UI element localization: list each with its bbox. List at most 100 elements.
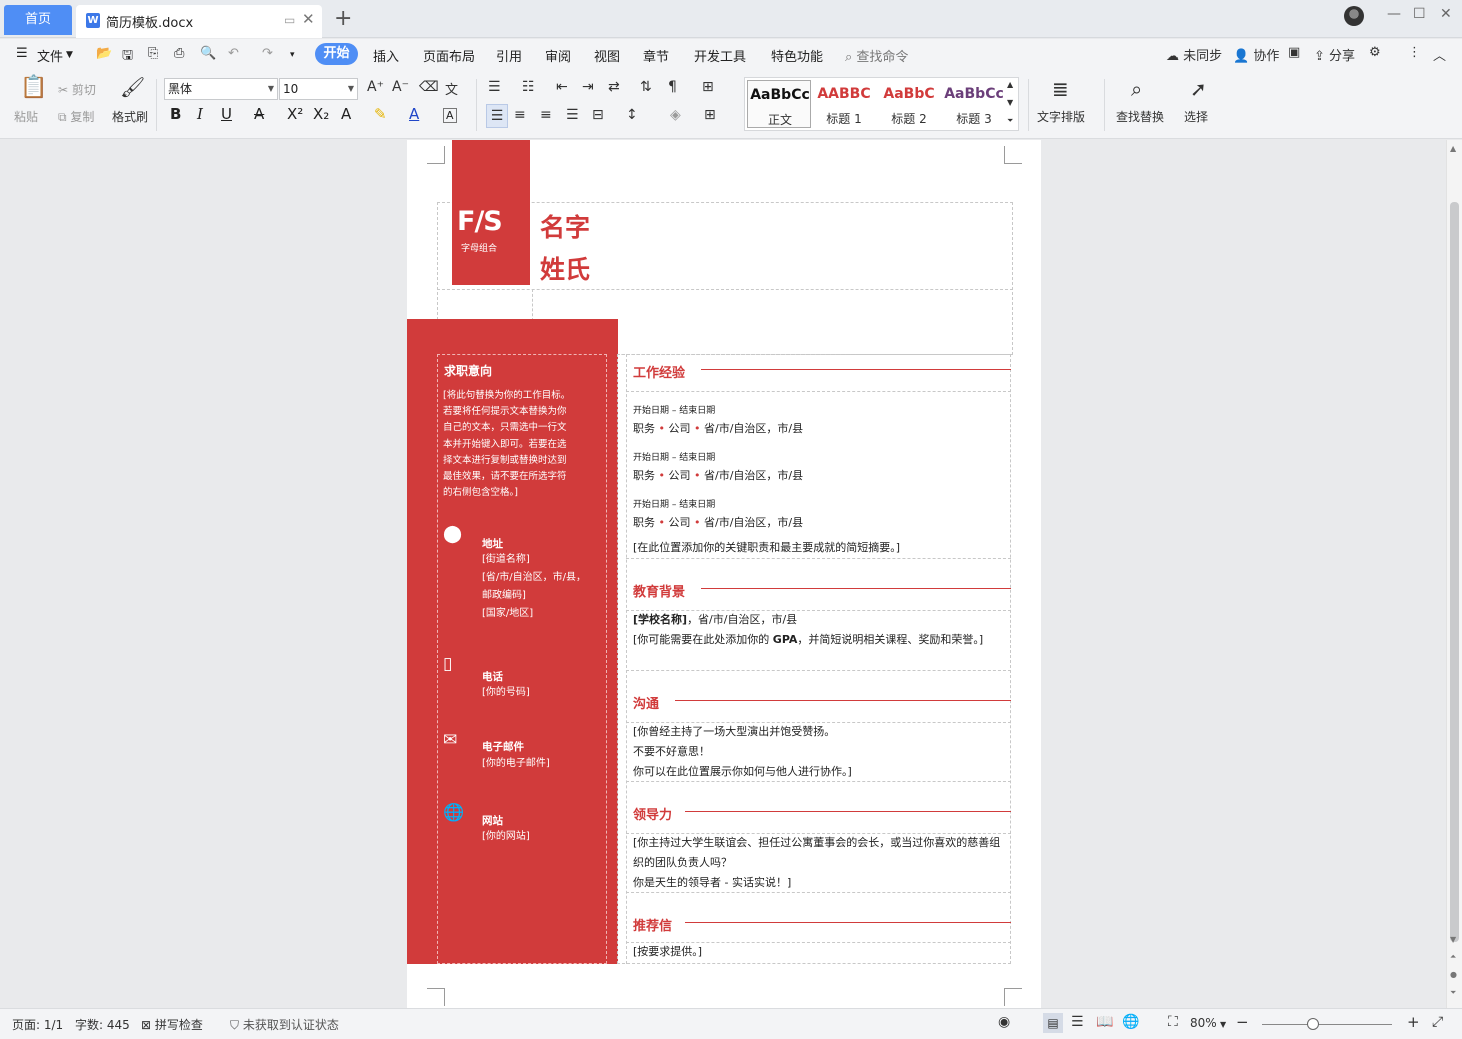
zoom-slider-track[interactable]	[1262, 1024, 1392, 1025]
tab-developer[interactable]: 开发工具	[694, 46, 746, 65]
grow-font-icon[interactable]: A⁺	[367, 79, 384, 95]
menu-file[interactable]: 文件	[37, 46, 63, 65]
align-center-icon[interactable]: ≡	[514, 107, 526, 123]
style-scroll-up-icon[interactable]: ▲	[1007, 80, 1013, 89]
paragraph-mark-icon[interactable]: ¶	[668, 79, 677, 95]
select-browse-icon[interactable]: ●	[1450, 970, 1457, 979]
hamburger-icon[interactable]: ☰	[16, 46, 28, 61]
pinyin-icon[interactable]: 文	[445, 79, 458, 98]
more-options-icon[interactable]: ⋮	[1408, 45, 1421, 60]
redo-icon[interactable]: ↷	[262, 46, 273, 61]
font-size-select[interactable]: 10 ▼	[279, 78, 358, 100]
zoom-out-icon[interactable]: −	[1236, 1013, 1249, 1031]
font-color-icon[interactable]: A	[409, 105, 419, 123]
fullscreen-icon[interactable]: ⤢	[1432, 1014, 1443, 1030]
job-line[interactable]: 职务 • 公司 • 省/市/自治区，市/县	[633, 420, 803, 436]
text-layout-button[interactable]: 文字排版	[1037, 108, 1085, 125]
command-search[interactable]: ⌕ 查找命令	[845, 46, 908, 65]
work-heading[interactable]: 工作经验	[633, 362, 685, 381]
spell-check-button[interactable]: ⊠ 拼写检查	[141, 1016, 203, 1033]
zoom-level[interactable]: 80%	[1190, 1016, 1217, 1030]
job-date[interactable]: 开始日期 – 结束日期	[633, 403, 715, 416]
tab-references[interactable]: 引用	[496, 46, 522, 65]
text-effect-icon[interactable]: A	[341, 105, 351, 123]
shading-icon[interactable]: ◈	[670, 107, 681, 123]
page-indicator[interactable]: 页面: 1/1	[12, 1016, 63, 1033]
close-window-icon[interactable]: ✕	[1440, 6, 1452, 22]
scroll-thumb[interactable]	[1450, 202, 1459, 942]
shrink-font-icon[interactable]: A⁻	[392, 79, 409, 95]
minimize-icon[interactable]: —	[1387, 6, 1401, 22]
collab-button[interactable]: 👤 协作	[1233, 45, 1279, 64]
communication-text[interactable]: [你曾经主持了一场大型演出并饱受赞扬。 不要不好意思！ 你可以在此位置展示你如何…	[633, 722, 1003, 782]
bullet-list-icon[interactable]: ☰	[488, 79, 501, 95]
style-normal[interactable]: AaBbCc 正文	[747, 80, 811, 128]
address-value[interactable]: [街道名称] [省/市/自治区，市/县， 邮政编码] [国家/地区]	[482, 551, 602, 623]
align-right-icon[interactable]: ≡	[540, 107, 552, 123]
brush-icon[interactable]: 🖌	[120, 75, 145, 99]
settings-icon[interactable]: ⚙	[1369, 45, 1381, 60]
next-page-icon[interactable]: ⏷	[1450, 988, 1456, 998]
eye-protection-icon[interactable]: ◉	[998, 1014, 1010, 1030]
tab-features[interactable]: 特色功能	[771, 46, 823, 65]
style-heading-3[interactable]: AaBbCc 标题 3	[942, 80, 1006, 128]
borders-icon[interactable]: ⊞	[704, 107, 716, 123]
objective-heading[interactable]: 求职意向	[444, 362, 492, 379]
tab-page-layout[interactable]: 页面布局	[423, 46, 475, 65]
copy-button[interactable]: ⧉ 复制	[58, 108, 94, 125]
email-value[interactable]: [你的电子邮件]	[482, 755, 602, 773]
website-value[interactable]: [你的网站]	[482, 828, 602, 846]
vertical-scrollbar[interactable]: ▲ ▼ ⏶ ● ⏷	[1446, 140, 1462, 1008]
select-button[interactable]: 选择	[1184, 108, 1208, 125]
strikethrough-icon[interactable]: A	[254, 105, 264, 123]
print-icon[interactable]: ⎙	[174, 46, 184, 61]
justify-icon[interactable]: ☰	[566, 107, 579, 123]
chevron-down-icon[interactable]: ▼	[66, 50, 73, 60]
objective-text[interactable]: [将此句替换为你的工作目标。若要将任何提示文本替换为你自己的文本，只需选中一行文…	[443, 388, 573, 501]
export-icon[interactable]: ⎘	[148, 46, 158, 61]
clear-format-icon[interactable]: ⌫	[419, 79, 439, 95]
sort-icon[interactable]: ⇅	[640, 79, 652, 95]
first-name[interactable]: 名字	[540, 208, 590, 244]
work-summary[interactable]: [在此位置添加你的关键职责和最主要成就的简短摘要。]	[633, 538, 1003, 558]
open-icon[interactable]: 📂	[96, 46, 112, 61]
references-text[interactable]: [按要求提供。]	[633, 942, 1003, 962]
font-name-select[interactable]: 黑体 ▼	[164, 78, 278, 100]
bold-icon[interactable]: B	[170, 105, 181, 123]
sync-button[interactable]: ☁ 未同步	[1166, 45, 1222, 64]
highlight-icon[interactable]: ✎	[374, 105, 387, 123]
find-icon[interactable]: ⌕	[1131, 77, 1142, 101]
word-count[interactable]: 字数: 445	[75, 1016, 130, 1033]
share-button[interactable]: ⇪ 分享	[1314, 45, 1355, 64]
zoom-slider-thumb[interactable]	[1307, 1018, 1319, 1030]
document-page[interactable]: F/S 字母组合 名字 姓氏 求职意向 [将此句替换为你的工作目标。若要将任何提…	[407, 140, 1041, 1008]
tab-stops-icon[interactable]: ⊞	[702, 79, 714, 95]
text-direction-icon[interactable]: ⇄	[608, 79, 620, 95]
distribute-icon[interactable]: ⊟	[592, 107, 604, 123]
style-expand-icon[interactable]: ⏷	[1007, 116, 1013, 126]
tab-review[interactable]: 审阅	[545, 46, 571, 65]
chevron-down-icon[interactable]: ▼	[1220, 1020, 1226, 1029]
job-line[interactable]: 职务 • 公司 • 省/市/自治区，市/县	[633, 514, 803, 530]
page-view-icon[interactable]: ▤	[1043, 1013, 1063, 1033]
text-layout-icon[interactable]: ≣	[1052, 77, 1069, 101]
scroll-down-icon[interactable]: ▼	[1450, 935, 1456, 944]
tab-chapter[interactable]: 章节	[643, 46, 669, 65]
underline-icon[interactable]: U	[221, 105, 232, 123]
prev-page-icon[interactable]: ⏶	[1450, 952, 1456, 962]
style-heading-1[interactable]: AABBC 标题 1	[812, 80, 876, 128]
undo-icon[interactable]: ↶	[228, 46, 239, 61]
education-text[interactable]: [学校名称]，省/市/自治区，市/县 [你可能需要在此处添加你的 GPA，并简短…	[633, 610, 1003, 650]
find-replace-button[interactable]: 查找替换	[1116, 108, 1164, 125]
style-scroll-down-icon[interactable]: ▼	[1007, 98, 1013, 107]
outline-view-icon[interactable]: ☰	[1071, 1014, 1084, 1030]
job-date[interactable]: 开始日期 – 结束日期	[633, 497, 715, 510]
job-date[interactable]: 开始日期 – 结束日期	[633, 450, 715, 463]
save-icon[interactable]: 🖫	[122, 46, 133, 68]
more-icon[interactable]: ▾	[290, 50, 295, 60]
last-name[interactable]: 姓氏	[540, 250, 590, 286]
new-tab-button[interactable]: +	[334, 6, 352, 32]
scroll-up-icon[interactable]: ▲	[1450, 144, 1456, 153]
char-border-icon[interactable]: A	[443, 108, 457, 123]
pin-icon[interactable]: ▭	[284, 13, 295, 27]
